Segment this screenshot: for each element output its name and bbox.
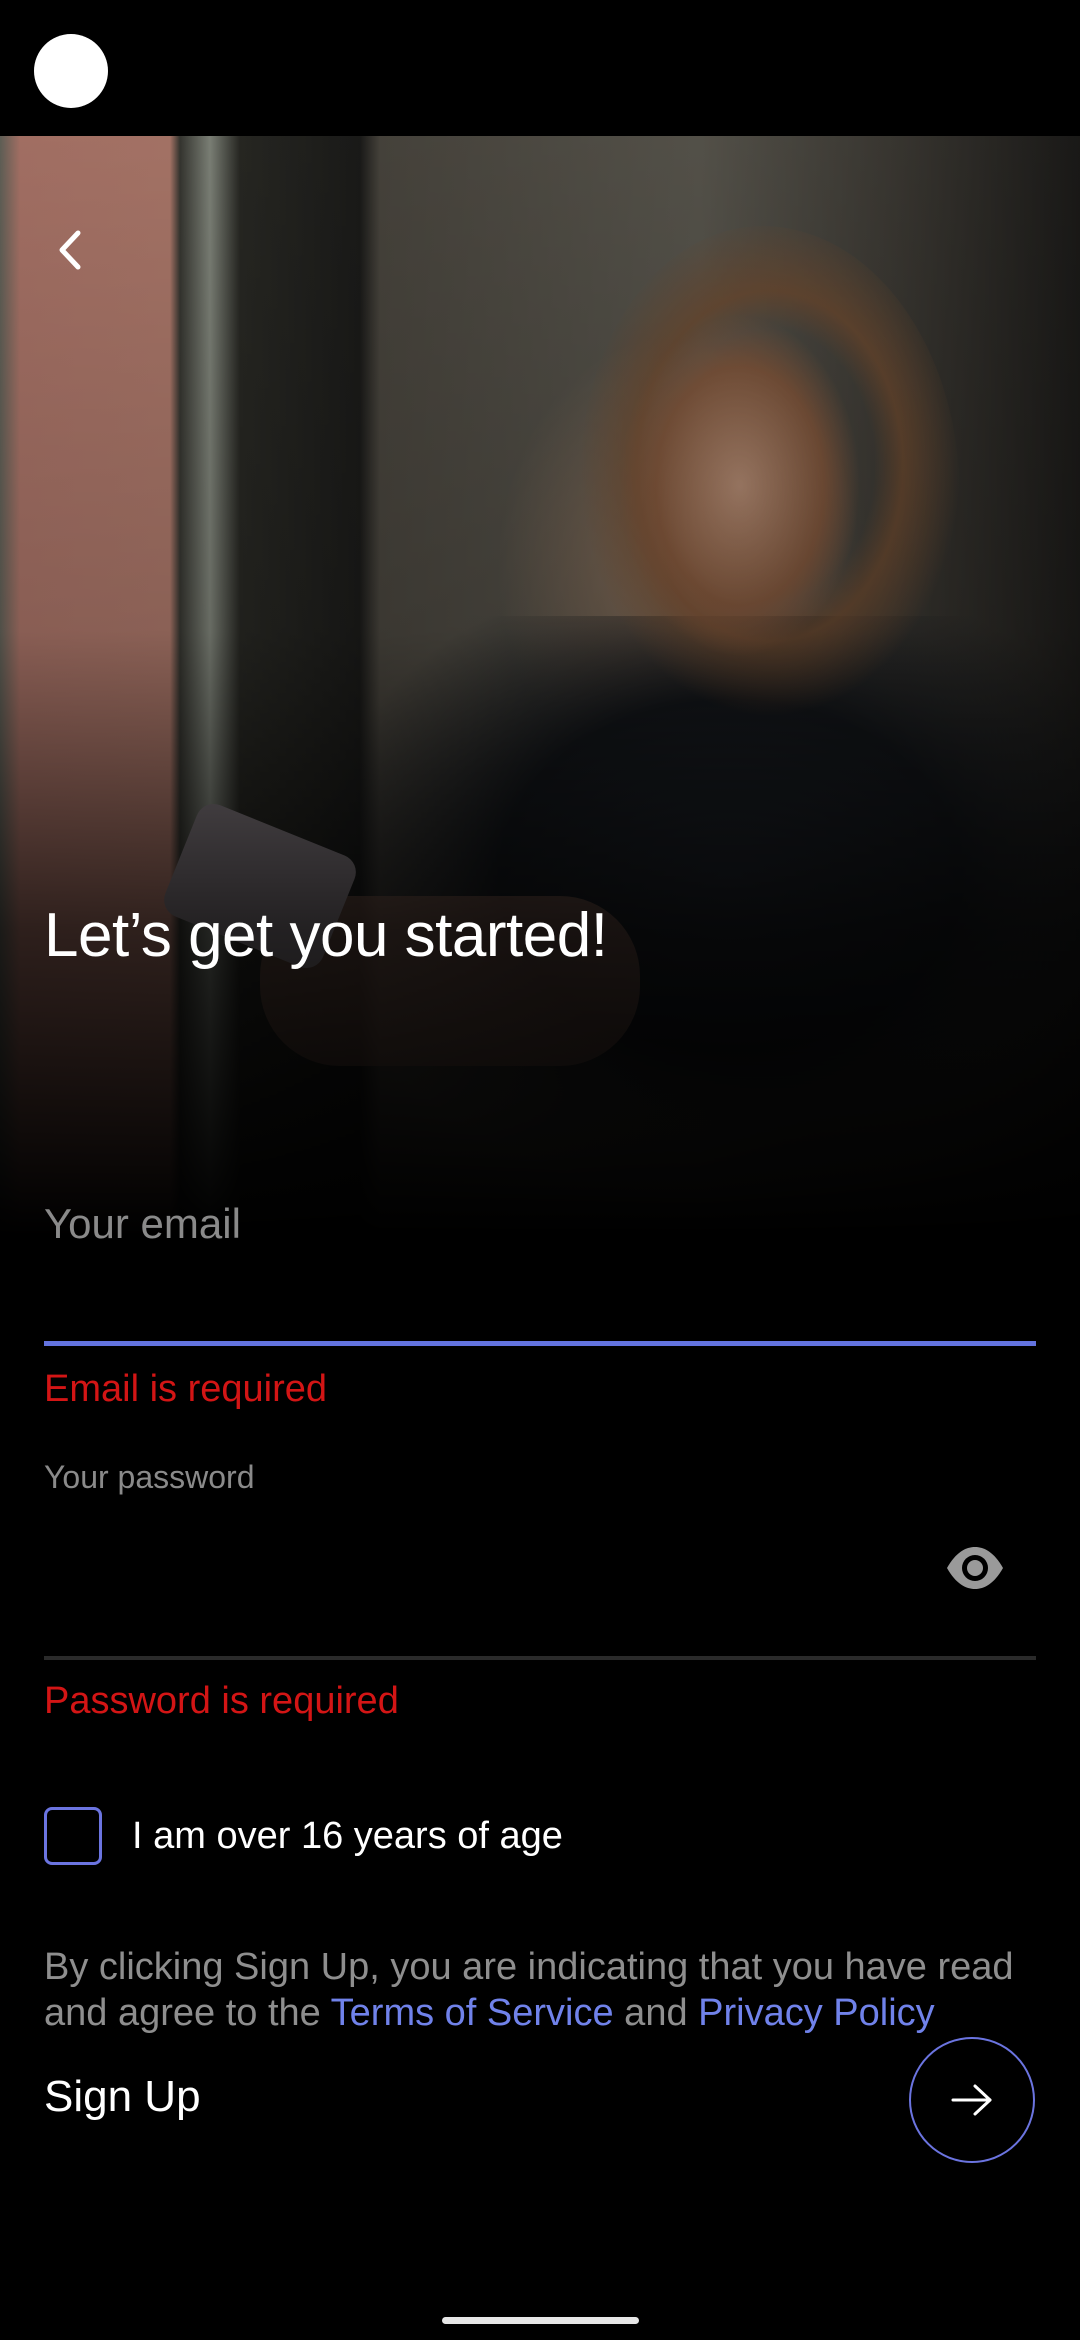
legal-connector: and	[613, 1992, 699, 2034]
camera-cutout	[34, 34, 108, 108]
signup-screen: Let’s get you started! Your email Email …	[0, 0, 1080, 2340]
privacy-policy-link[interactable]: Privacy Policy	[698, 1992, 935, 2034]
sign-up-button[interactable]	[909, 2037, 1035, 2163]
email-placeholder: Your email	[44, 1200, 241, 1247]
legal-notice: By clicking Sign Up, you are indicating …	[44, 1944, 1044, 2036]
password-field[interactable]: Your password	[44, 1455, 1036, 1660]
home-indicator[interactable]	[442, 2317, 639, 2324]
sign-up-label: Sign Up	[44, 2072, 201, 2121]
chevron-left-icon	[59, 230, 81, 270]
eye-icon	[947, 1547, 1003, 1589]
back-button[interactable]	[30, 210, 110, 290]
age-checkbox-row: I am over 16 years of age	[44, 1804, 563, 1868]
arrow-right-icon	[951, 2084, 992, 2116]
page-title: Let’s get you started!	[44, 901, 608, 970]
password-label: Your password	[44, 1459, 255, 1495]
email-field[interactable]: Your email	[44, 1190, 1036, 1346]
toggle-password-visibility-button[interactable]	[944, 1537, 1006, 1599]
email-error: Email is required	[44, 1368, 327, 1410]
password-underline	[44, 1656, 1036, 1660]
age-checkbox-label[interactable]: I am over 16 years of age	[132, 1815, 563, 1858]
password-error: Password is required	[44, 1680, 399, 1722]
hero-photo	[0, 136, 1080, 1236]
email-underline	[44, 1341, 1036, 1346]
terms-of-service-link[interactable]: Terms of Service	[331, 1992, 614, 2034]
age-checkbox[interactable]	[44, 1807, 102, 1865]
